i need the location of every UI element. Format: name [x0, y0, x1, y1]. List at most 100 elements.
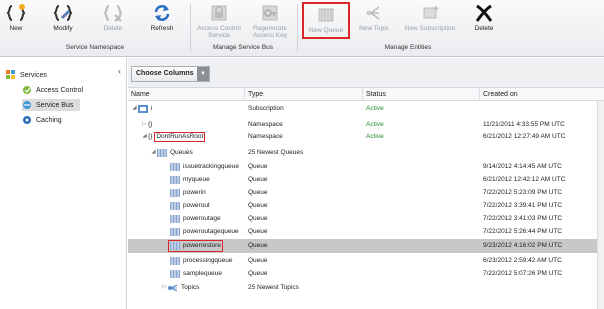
new-subscription-button[interactable]: New Subscription	[399, 2, 461, 39]
row-type: Queue	[248, 270, 268, 277]
column-header-type[interactable]: Type	[245, 88, 363, 101]
new-button[interactable]: New	[4, 2, 28, 39]
row-created: 7/22/2012 5:26:44 PM UTC	[483, 228, 563, 235]
row-type: Queue	[248, 215, 268, 222]
chevron-down-icon: ▼	[197, 67, 209, 81]
modify-namespace-icon	[53, 5, 73, 21]
subscription-icon	[423, 6, 439, 19]
row-created: 7/22/2012 3:39:41 PM UTC	[483, 202, 563, 209]
row-created: 7/22/2012 5:23:09 PM UTC	[483, 189, 563, 196]
namespace-icon: {}	[148, 133, 153, 140]
refresh-button[interactable]: Refresh	[146, 2, 178, 39]
queue-icon	[318, 8, 334, 22]
table-row[interactable]: processingqueue Queue 6/23/2012 2:59:42 …	[128, 255, 604, 266]
row-type: Queue	[248, 228, 268, 235]
queue-row-icon	[170, 201, 180, 210]
table-row[interactable]: poweroutage Queue 7/22/2012 3:41:03 PM U…	[128, 213, 604, 224]
row-name: {}	[148, 121, 153, 128]
row-name: myqueue	[183, 176, 210, 183]
queues-folder-icon	[157, 148, 167, 157]
row-name: samplequeue	[183, 270, 223, 277]
row-created	[483, 147, 603, 158]
row-created: 11/21/2011 4:33:55 PM UTC	[483, 121, 565, 128]
key-icon	[262, 5, 278, 21]
column-header-created[interactable]: Created on	[480, 88, 604, 101]
table-row[interactable]: ◢ Queues 25 Newest Queues	[128, 147, 604, 158]
row-created: 9/14/2012 4:14:45 AM UTC	[483, 163, 562, 170]
access-control-nav-icon	[23, 86, 31, 94]
expand-arrow-icon[interactable]: ▷	[141, 119, 148, 130]
subscription-row-icon	[138, 104, 148, 113]
expand-arrow-icon[interactable]: ◢	[150, 147, 157, 158]
column-header-status[interactable]: Status	[363, 88, 480, 101]
row-name: i	[151, 105, 153, 112]
refresh-icon	[154, 5, 170, 21]
row-created: 9/23/2012 4:16:02 PM UTC	[483, 242, 563, 249]
nav-item-access-control[interactable]: Access Control	[22, 84, 83, 96]
nav-item-services[interactable]: Services	[6, 69, 47, 81]
table-row-selected[interactable]: powerrestore Queue 9/23/2012 4:16:02 PM …	[128, 239, 604, 253]
ribbon: New Modify Delete Refresh Service Namesp…	[0, 0, 604, 57]
row-type: Queue	[248, 189, 268, 196]
modify-button[interactable]: Modify	[48, 2, 78, 39]
table-row[interactable]: poweroutagequeue Queue 7/22/2012 5:26:44…	[128, 226, 604, 237]
row-created: 6/23/2012 2:59:42 AM UTC	[483, 257, 562, 264]
queue-row-icon	[170, 162, 180, 171]
delete-entity-label: Delete	[474, 25, 494, 32]
queue-row-icon	[170, 242, 180, 250]
services-icon	[6, 70, 15, 79]
left-nav: Services Access Control Service Bus Cach…	[0, 58, 127, 309]
collapse-nav-icon[interactable]: ‹	[118, 66, 126, 76]
row-created: 7/22/2012 3:41:03 PM UTC	[483, 215, 563, 222]
queue-row-icon	[170, 175, 180, 184]
access-control-icon	[211, 5, 227, 21]
group-manage-service-bus: Manage Service Bus	[213, 44, 273, 51]
delete-namespace-button[interactable]: Delete	[98, 2, 128, 39]
modify-label: Modify	[53, 25, 73, 32]
nav-item-caching[interactable]: Caching	[22, 114, 62, 126]
row-type: 25 Newest Queues	[248, 149, 304, 156]
table-row[interactable]: samplequeue Queue 7/22/2012 5:07:26 PM U…	[128, 268, 604, 279]
table-row[interactable]: ▷ {} Namespace Active 11/21/2011 4:33:55…	[128, 119, 604, 130]
row-created	[483, 282, 603, 293]
delete-namespace-label: Delete	[103, 25, 123, 32]
access-control-service-button[interactable]: Access Control Service	[193, 2, 245, 39]
nav-label-service-bus: Service Bus	[36, 101, 74, 109]
expand-arrow-icon[interactable]: ◢	[141, 131, 148, 142]
row-type: Queue	[248, 176, 268, 183]
nav-label-caching: Caching	[36, 116, 62, 124]
row-name: Queues	[170, 149, 193, 156]
new-namespace-icon	[6, 4, 26, 21]
row-name: issuetrackingqueue	[183, 163, 240, 170]
choose-columns-button[interactable]: Choose Columns ▼	[131, 66, 210, 82]
table-row[interactable]: ◢ {} DontRunAsRoot Namespace Active 6/21…	[128, 131, 604, 142]
table-row[interactable]: powerin Queue 7/22/2012 5:23:09 PM UTC	[128, 187, 604, 198]
regenerate-access-key-button[interactable]: Regenerate Access Key	[249, 2, 291, 39]
row-type: Subscription	[248, 105, 284, 112]
grid-header: Name Type Status Created on	[128, 88, 604, 101]
row-name: processingqueue	[183, 257, 233, 264]
nav-label-access-control: Access Control	[36, 86, 84, 94]
table-row[interactable]: issuetrackingqueue Queue 9/14/2012 4:14:…	[128, 161, 604, 172]
new-queue-label: New Queue	[308, 27, 344, 34]
delete-entity-button[interactable]: Delete	[470, 2, 498, 39]
row-status: Active	[366, 105, 384, 112]
row-name: poweroutagequeue	[183, 228, 239, 235]
expand-arrow-icon[interactable]: ▷	[161, 282, 168, 293]
table-row[interactable]: myqueue Queue 6/21/2012 12:42:12 AM UTC	[128, 174, 604, 185]
new-queue-button[interactable]: New Queue	[302, 2, 350, 39]
highlighted-queue-name: powerrestore	[168, 240, 223, 252]
group-separator	[297, 4, 298, 52]
table-row[interactable]: ▷ Topics 25 Newest Topics	[128, 282, 604, 293]
expand-arrow-icon[interactable]: ◢	[131, 103, 138, 114]
table-row[interactable]: powerout Queue 7/22/2012 3:39:41 PM UTC	[128, 200, 604, 211]
group-separator	[190, 4, 191, 52]
content-toolbar: Choose Columns ▼	[128, 58, 604, 88]
nav-item-service-bus[interactable]: Service Bus	[22, 99, 80, 111]
row-type: Queue	[248, 257, 268, 264]
table-row[interactable]: ◢ i Subscription Active	[128, 103, 604, 114]
vertical-scrollbar[interactable]	[597, 101, 604, 309]
row-name: powerrestore	[183, 242, 221, 249]
new-topic-button[interactable]: New Topic	[356, 2, 392, 39]
column-header-name[interactable]: Name	[128, 88, 245, 101]
